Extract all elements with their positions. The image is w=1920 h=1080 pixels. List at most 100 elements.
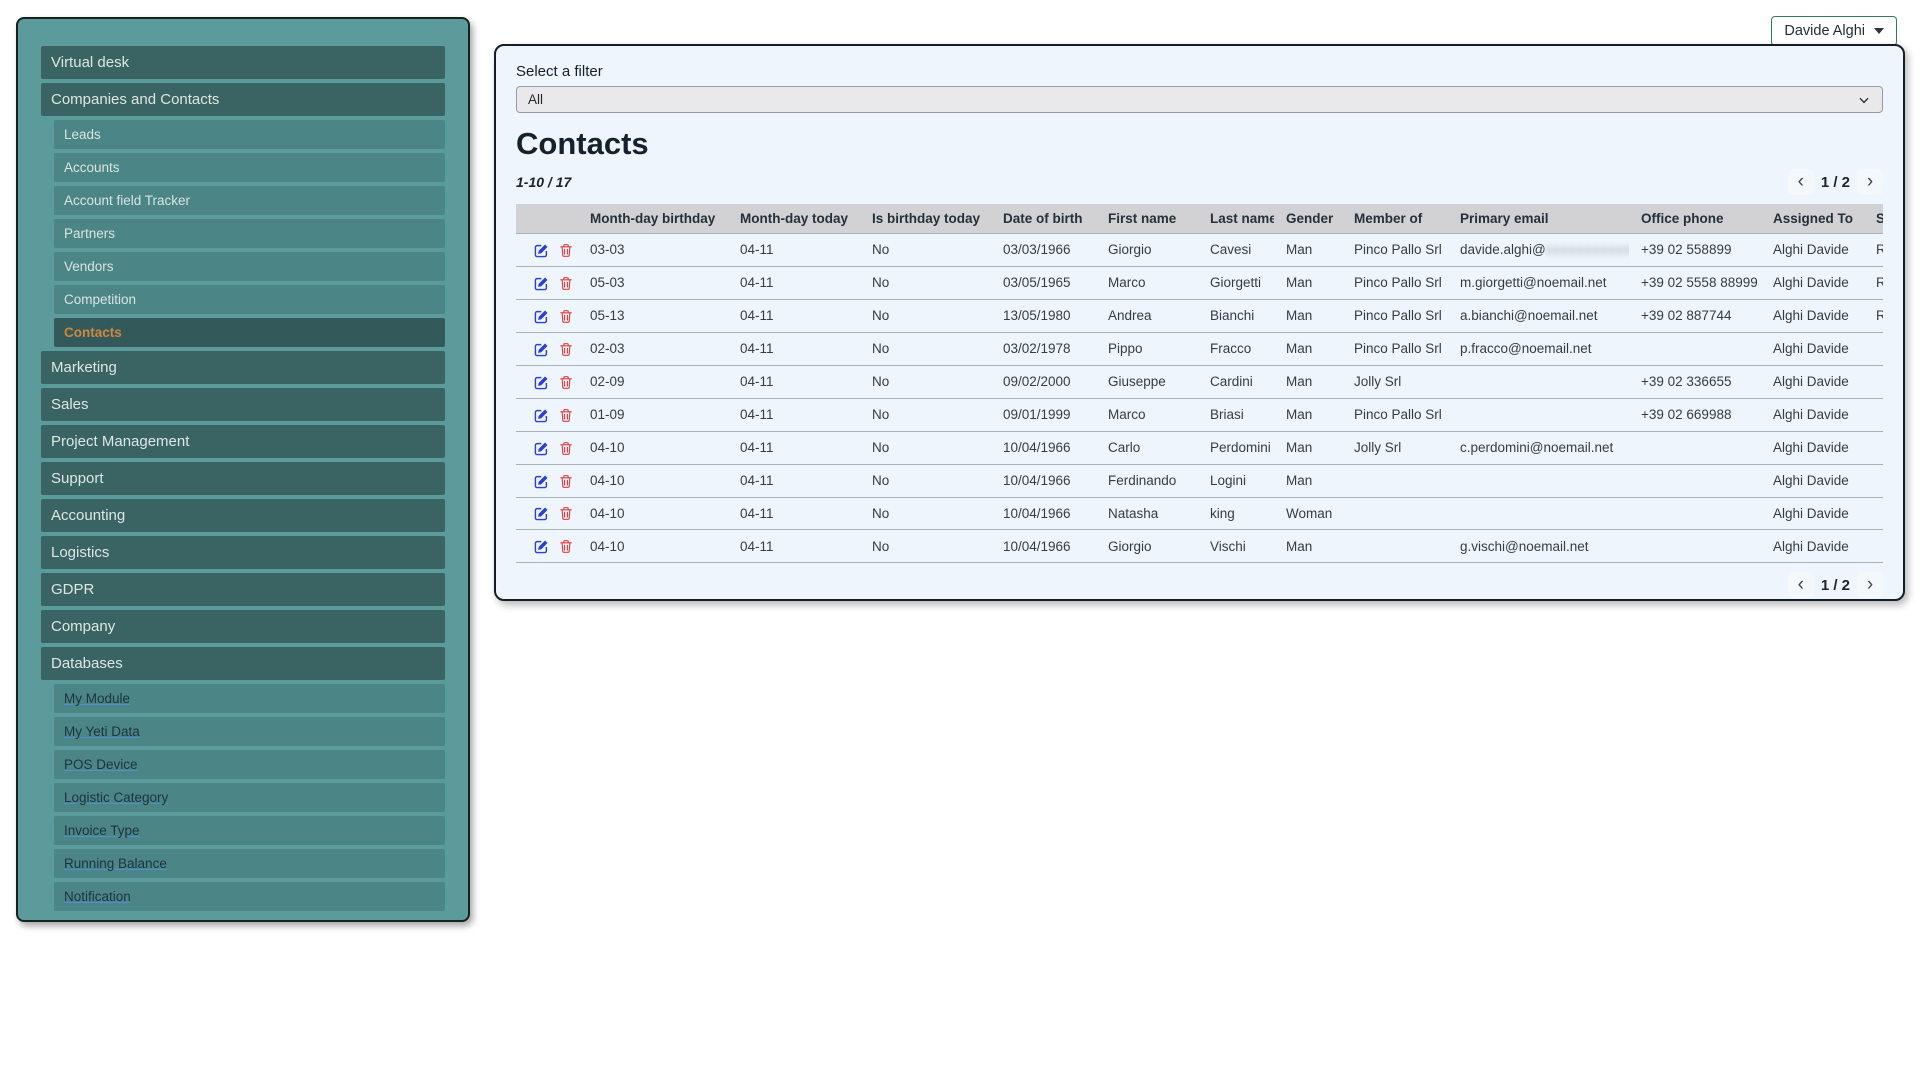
cell-member-of: Pinco Pallo Srl — [1342, 266, 1448, 299]
sidebar-item-marketing[interactable]: Marketing — [41, 351, 445, 384]
sidebar-item-company[interactable]: Company — [41, 610, 445, 643]
table-row: 04-1004-11No10/04/1966NatashakingWomanAl… — [516, 497, 1883, 530]
sidebar-item-logistics[interactable]: Logistics — [41, 536, 445, 569]
cell-first: Giuseppe — [1096, 365, 1198, 398]
sidebar-item-logistic-category[interactable]: Logistic Category — [54, 783, 445, 812]
edit-row-button[interactable] — [533, 243, 549, 258]
cell-last: Cavesi — [1198, 234, 1274, 267]
delete-row-button[interactable] — [558, 506, 574, 521]
sidebar-item-companies-and-contacts[interactable]: Companies and Contacts — [41, 83, 445, 116]
sidebar-item-contacts[interactable]: Contacts — [54, 318, 445, 347]
cell-member-of: Pinco Pallo Srl — [1342, 398, 1448, 431]
cell-md-birthday: 02-03 — [578, 332, 728, 365]
sidebar-item-databases[interactable]: Databases — [41, 647, 445, 680]
sidebar-item-competition[interactable]: Competition — [54, 285, 445, 314]
delete-row-button[interactable] — [558, 309, 574, 324]
cell-assigned: Alghi Davide — [1761, 332, 1864, 365]
cell-phone: +39 02 5558 88999 — [1629, 266, 1761, 299]
cell-last: Bianchi — [1198, 299, 1274, 332]
delete-row-button[interactable] — [558, 375, 574, 390]
table-row: 05-1304-11No13/05/1980AndreaBianchiManPi… — [516, 299, 1883, 332]
cell-last: Giorgetti — [1198, 266, 1274, 299]
cell-dob: 13/05/1980 — [991, 299, 1096, 332]
cell-gender: Man — [1274, 398, 1342, 431]
sidebar-item-support[interactable]: Support — [41, 462, 445, 495]
cell-phone — [1629, 497, 1761, 530]
cell-assigned: Alghi Davide — [1761, 497, 1864, 530]
delete-row-button[interactable] — [558, 474, 574, 489]
edit-row-button[interactable] — [533, 408, 549, 423]
sidebar-item-partners[interactable]: Partners — [54, 219, 445, 248]
cell-md-birthday: 05-03 — [578, 266, 728, 299]
edit-row-button[interactable] — [533, 342, 549, 357]
cell-md-birthday: 01-09 — [578, 398, 728, 431]
filter-select[interactable]: All — [516, 86, 1883, 113]
sidebar-item-invoice-type[interactable]: Invoice Type — [54, 816, 445, 845]
cell-shared — [1864, 497, 1883, 530]
filter-selected-value: All — [528, 92, 543, 107]
next-page-button[interactable]: › — [1857, 572, 1883, 598]
edit-row-button[interactable] — [533, 474, 549, 489]
sidebar-item-vendors[interactable]: Vendors — [54, 252, 445, 281]
sidebar-item-leads[interactable]: Leads — [54, 120, 445, 149]
sidebar-item-gdpr[interactable]: GDPR — [41, 573, 445, 606]
edit-row-button[interactable] — [533, 309, 549, 324]
cell-dob: 10/04/1966 — [991, 530, 1096, 563]
edit-icon — [534, 375, 549, 390]
delete-row-button[interactable] — [558, 243, 574, 258]
cell-is-birthday: No — [860, 497, 991, 530]
sidebar-item-my-module[interactable]: My Module — [54, 684, 445, 713]
edit-row-button[interactable] — [533, 506, 549, 521]
edit-icon — [534, 309, 549, 324]
delete-row-button[interactable] — [558, 539, 574, 554]
prev-page-button[interactable]: ‹ — [1788, 169, 1814, 195]
cell-dob: 03/02/1978 — [991, 332, 1096, 365]
sidebar-item-notification[interactable]: Notification — [54, 882, 445, 911]
delete-row-button[interactable] — [558, 441, 574, 456]
cell-dob: 03/03/1966 — [991, 234, 1096, 267]
cell-phone: +39 02 669988 — [1629, 398, 1761, 431]
table-row: 03-0304-11No03/03/1966GiorgioCavesiManPi… — [516, 234, 1883, 267]
cell-phone — [1629, 530, 1761, 563]
cell-md-today: 04-11 — [728, 266, 860, 299]
sidebar-item-my-yeti-data[interactable]: My Yeti Data — [54, 717, 445, 746]
cell-dob: 10/04/1966 — [991, 431, 1096, 464]
next-page-button[interactable]: › — [1857, 169, 1883, 195]
sidebar-item-accounting[interactable]: Accounting — [41, 499, 445, 532]
edit-row-button[interactable] — [533, 375, 549, 390]
cell-assigned: Alghi Davide — [1761, 266, 1864, 299]
edit-row-button[interactable] — [533, 441, 549, 456]
edit-icon — [534, 342, 549, 357]
sidebar-item-pos-device[interactable]: POS Device — [54, 750, 445, 779]
cell-email: c.perdomini@noemail.net — [1448, 431, 1629, 464]
table-row: 04-1004-11No10/04/1966CarloPerdominiManJ… — [516, 431, 1883, 464]
user-menu-button[interactable]: Davide Alghi — [1771, 16, 1897, 46]
cell-gender: Man — [1274, 464, 1342, 497]
delete-row-button[interactable] — [558, 408, 574, 423]
redacted-email-blur: xxxxxxxxxxxx — [1546, 242, 1629, 257]
cell-member-of: Jolly Srl — [1342, 431, 1448, 464]
sidebar-item-accounts[interactable]: Accounts — [54, 153, 445, 182]
column-header: Month-day birthday — [578, 204, 728, 234]
cell-member-of: Jolly Srl — [1342, 365, 1448, 398]
edit-icon — [534, 506, 549, 521]
cell-assigned: Alghi Davide — [1761, 398, 1864, 431]
sidebar-item-virtual-desk[interactable]: Virtual desk — [41, 46, 445, 79]
delete-row-button[interactable] — [558, 342, 574, 357]
edit-icon — [534, 276, 549, 291]
trash-icon — [559, 474, 573, 489]
cell-first: Carlo — [1096, 431, 1198, 464]
sidebar-item-account-field-tracker[interactable]: Account field Tracker — [54, 186, 445, 215]
prev-page-button[interactable]: ‹ — [1788, 572, 1814, 598]
edit-row-button[interactable] — [533, 539, 549, 554]
sidebar-item-running-balance[interactable]: Running Balance — [54, 849, 445, 878]
cell-actions — [516, 431, 578, 464]
delete-row-button[interactable] — [558, 276, 574, 291]
sidebar-item-project-management[interactable]: Project Management — [41, 425, 445, 458]
sidebar-item-sales[interactable]: Sales — [41, 388, 445, 421]
trash-icon — [559, 243, 573, 258]
cell-last: Fracco — [1198, 332, 1274, 365]
cell-gender: Woman — [1274, 497, 1342, 530]
column-header: First name — [1096, 204, 1198, 234]
edit-row-button[interactable] — [533, 276, 549, 291]
